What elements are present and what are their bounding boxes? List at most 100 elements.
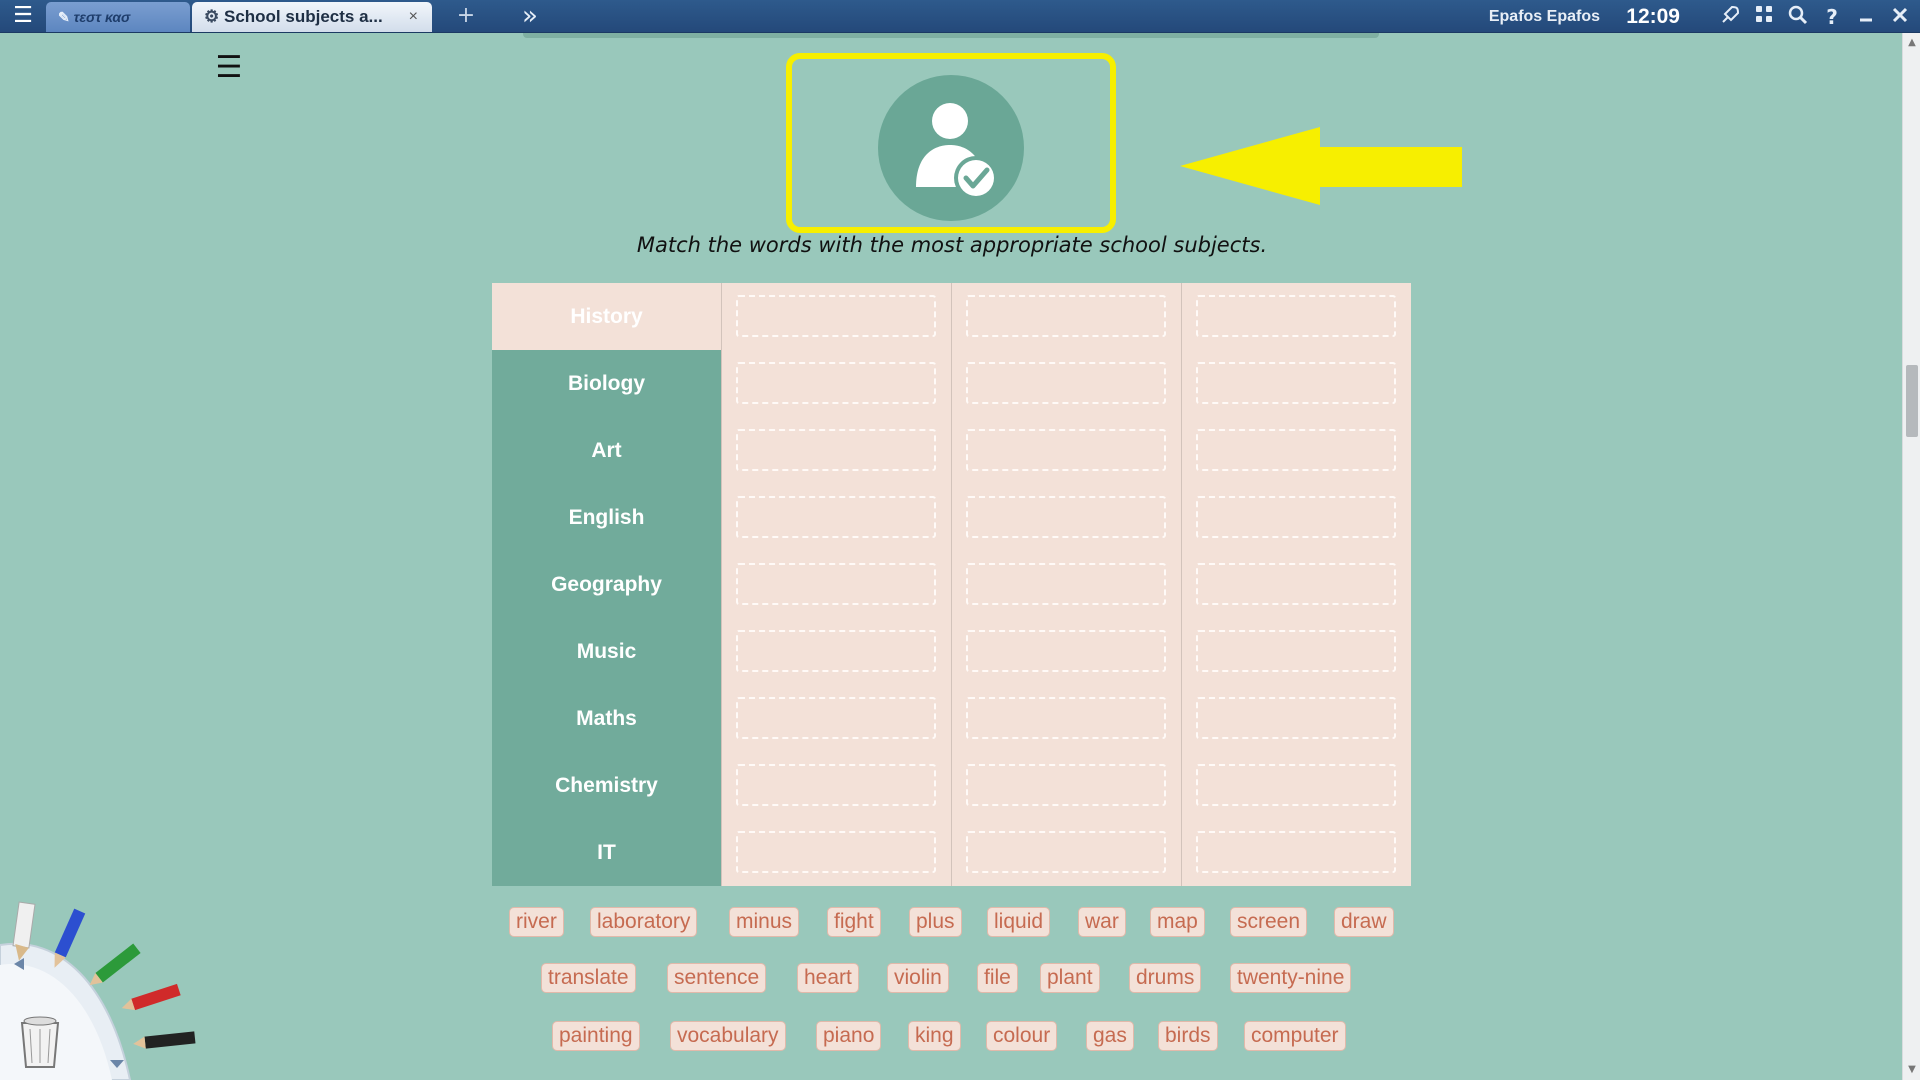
word-chip[interactable]: twenty-nine (1230, 963, 1352, 993)
vertical-scrollbar[interactable]: ▲ ▼ (1902, 33, 1920, 1080)
word-chip[interactable]: sentence (667, 963, 767, 993)
drop-slot[interactable] (736, 563, 936, 605)
word-chip[interactable]: vocabulary (670, 1021, 786, 1051)
help-icon[interactable]: ? (1818, 4, 1846, 30)
drop-cell[interactable] (951, 685, 1181, 752)
word-chip[interactable]: screen (1230, 907, 1308, 937)
scroll-thumb[interactable] (1906, 365, 1918, 437)
word-chip[interactable]: translate (541, 963, 636, 993)
drop-slot[interactable] (736, 362, 936, 404)
drop-cell[interactable] (951, 618, 1181, 685)
word-chip[interactable]: heart (797, 963, 859, 993)
drop-slot[interactable] (736, 764, 936, 806)
word-chip[interactable]: map (1150, 907, 1205, 937)
word-chip[interactable]: laboratory (590, 907, 698, 937)
user-check-icon[interactable] (878, 75, 1024, 221)
tab-close-icon[interactable]: × (409, 2, 418, 32)
hamburger-icon[interactable]: ☰ (214, 53, 244, 83)
drop-slot[interactable] (736, 295, 936, 337)
word-chip[interactable]: birds (1158, 1021, 1218, 1051)
word-chip[interactable]: liquid (987, 907, 1051, 937)
drop-slot[interactable] (966, 831, 1166, 873)
drop-slot[interactable] (736, 429, 936, 471)
drop-cell[interactable] (951, 551, 1181, 618)
drop-cell[interactable] (1181, 417, 1411, 484)
drop-cell[interactable] (721, 283, 951, 350)
drop-slot[interactable] (966, 630, 1166, 672)
scroll-up-icon[interactable]: ▲ (1903, 35, 1920, 51)
drop-cell[interactable] (1181, 484, 1411, 551)
minimize-icon[interactable] (1852, 4, 1880, 30)
drop-slot[interactable] (966, 429, 1166, 471)
tab-teot-kaw[interactable]: ✎ τεστ κασ (46, 2, 190, 32)
rocket-icon[interactable] (1716, 4, 1744, 30)
word-chip[interactable]: colour (986, 1021, 1058, 1051)
drop-slot[interactable] (1196, 295, 1396, 337)
drop-slot[interactable] (966, 362, 1166, 404)
drop-cell[interactable] (1181, 283, 1411, 350)
drop-slot[interactable] (736, 630, 936, 672)
menu-icon[interactable]: ☰ (8, 5, 38, 28)
drop-slot[interactable] (1196, 630, 1396, 672)
drop-cell[interactable] (951, 350, 1181, 417)
drop-slot[interactable] (966, 496, 1166, 538)
search-icon[interactable] (1784, 4, 1812, 30)
drop-cell[interactable] (721, 350, 951, 417)
drop-slot[interactable] (736, 496, 936, 538)
forward-icon[interactable]: » (512, 2, 548, 30)
drop-cell[interactable] (721, 752, 951, 819)
drop-cell[interactable] (1181, 350, 1411, 417)
drop-slot[interactable] (1196, 429, 1396, 471)
drop-slot[interactable] (736, 831, 936, 873)
drop-cell[interactable] (721, 417, 951, 484)
word-chip[interactable]: file (977, 963, 1018, 993)
drop-cell[interactable] (1181, 618, 1411, 685)
drop-cell[interactable] (1181, 752, 1411, 819)
add-tab-button[interactable]: + (444, 3, 488, 31)
close-icon[interactable] (1886, 4, 1914, 30)
apps-icon[interactable] (1750, 4, 1778, 30)
drop-cell[interactable] (951, 819, 1181, 886)
drop-cell[interactable] (951, 484, 1181, 551)
scroll-down-icon[interactable]: ▼ (1903, 1062, 1920, 1078)
drop-slot[interactable] (1196, 764, 1396, 806)
drop-cell[interactable] (951, 752, 1181, 819)
drop-slot[interactable] (1196, 496, 1396, 538)
drop-cell[interactable] (721, 618, 951, 685)
word-chip[interactable]: painting (552, 1021, 640, 1051)
word-chip[interactable]: piano (816, 1021, 882, 1051)
drop-slot[interactable] (966, 764, 1166, 806)
drop-cell[interactable] (721, 685, 951, 752)
drop-slot[interactable] (966, 295, 1166, 337)
drop-slot[interactable] (1196, 831, 1396, 873)
drop-slot[interactable] (736, 697, 936, 739)
drop-cell[interactable] (1181, 551, 1411, 618)
word-chip[interactable]: minus (729, 907, 800, 937)
word-chip[interactable]: plus (909, 907, 962, 937)
word-chip[interactable]: gas (1086, 1021, 1134, 1051)
drop-cell[interactable] (951, 417, 1181, 484)
drop-cell[interactable] (1181, 819, 1411, 886)
drop-slot[interactable] (1196, 563, 1396, 605)
word-chip[interactable]: river (509, 907, 564, 937)
drop-cell[interactable] (721, 819, 951, 886)
word-chip[interactable]: computer (1244, 1021, 1346, 1051)
word-chip[interactable]: drums (1129, 963, 1202, 993)
drop-slot[interactable] (966, 697, 1166, 739)
drop-cell[interactable] (1181, 685, 1411, 752)
drop-slot[interactable] (966, 563, 1166, 605)
word-chip[interactable]: war (1078, 907, 1126, 937)
word-chip[interactable]: violin (887, 963, 949, 993)
word-chip[interactable]: king (908, 1021, 961, 1051)
tab-school-subjects[interactable]: ⚙ School subjects a... × (192, 2, 432, 32)
drop-cell[interactable] (721, 484, 951, 551)
drop-slot[interactable] (1196, 697, 1396, 739)
word-chip[interactable]: draw (1334, 907, 1394, 937)
drop-slot[interactable] (1196, 362, 1396, 404)
pen-icon: ✎ (58, 9, 70, 25)
drop-cell[interactable] (721, 551, 951, 618)
drop-cell[interactable] (951, 283, 1181, 350)
word-chip[interactable]: plant (1040, 963, 1100, 993)
subject-label: History (492, 283, 721, 350)
word-chip[interactable]: fight (827, 907, 881, 937)
